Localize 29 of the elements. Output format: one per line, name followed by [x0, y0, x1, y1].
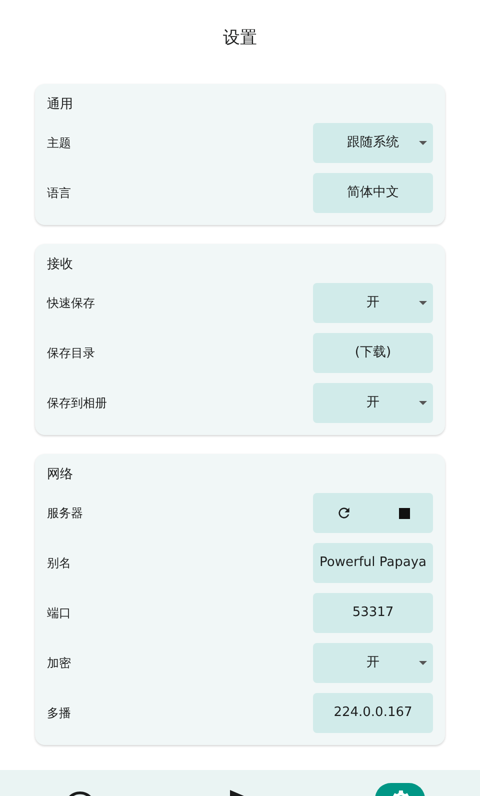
section-title: 通用	[47, 96, 74, 114]
setting-label: 语言	[47, 185, 71, 202]
dropdown-button[interactable]: 跟随系统	[313, 123, 433, 163]
caret-icon	[419, 661, 427, 665]
section-title: 网络	[47, 466, 74, 484]
setting-label: 保存到相册	[47, 395, 107, 412]
setting-label: 服务器	[47, 505, 83, 522]
value-button[interactable]: 简体中文	[313, 173, 433, 213]
setting-label: 保存目录	[47, 345, 95, 362]
section-title: 接收	[47, 256, 74, 274]
dropdown-button[interactable]: 开	[313, 643, 433, 683]
caret-icon	[419, 141, 427, 145]
setting-label: 多播	[47, 705, 71, 722]
dropdown-button[interactable]: 开	[313, 383, 433, 423]
setting-label: 加密	[47, 655, 71, 672]
dropdown-button[interactable]: 开	[313, 283, 433, 323]
restart-icon[interactable]	[336, 505, 352, 521]
value-button[interactable]: 53317	[313, 593, 433, 633]
setting-label: 快速保存	[47, 295, 95, 312]
value-button[interactable]: (下载)	[313, 333, 433, 373]
caret-icon	[419, 401, 427, 405]
setting-label: 主题	[47, 135, 71, 152]
value-button[interactable]: 224.0.0.167	[313, 693, 433, 733]
setting-label: 别名	[47, 555, 71, 572]
page-title: 设置	[223, 27, 257, 50]
value-button[interactable]: Powerful Papaya	[313, 543, 433, 583]
setting-label: 端口	[47, 605, 71, 622]
stop-icon[interactable]	[398, 508, 410, 518]
caret-icon	[419, 301, 427, 305]
